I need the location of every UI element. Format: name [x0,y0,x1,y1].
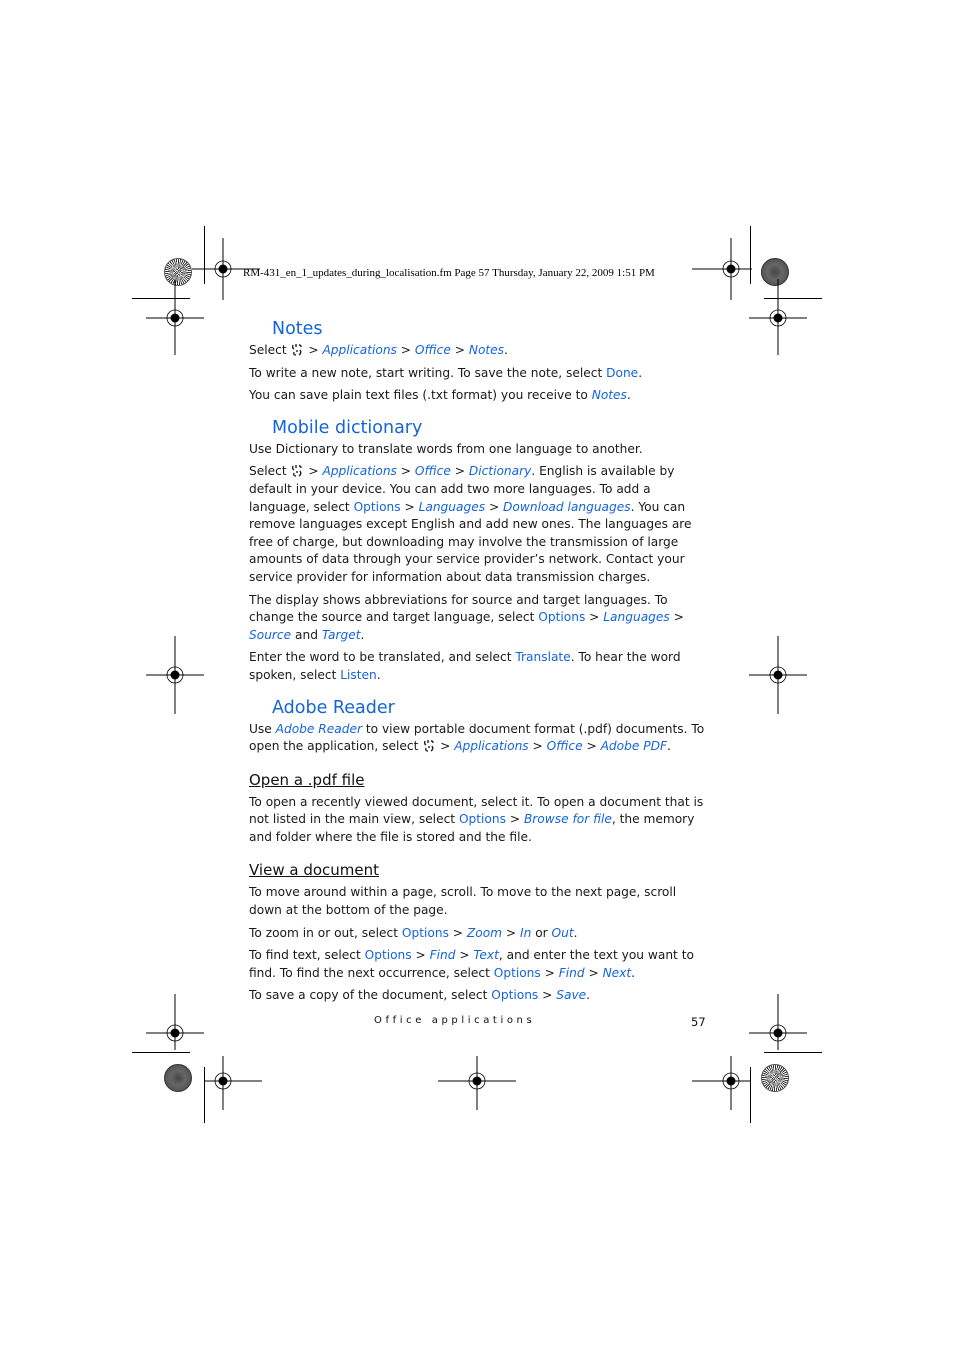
section-title-notes: Notes [272,319,323,339]
subsection-title-open: Open a .pdf file [249,770,365,789]
nav-notes: Notes [591,388,627,403]
subsection-title-view: View a document [249,861,380,880]
registration-mark-icon [146,279,204,355]
nav-applications: Applications [322,343,397,357]
file-slug: RM-431_en_1_updates_during_localisation.… [243,267,655,279]
crop-line [764,1052,822,1053]
menu-key-icon [424,740,434,752]
notes-save: You can save plain text files (.txt form… [249,388,631,403]
section-title-adobe: Adobe Reader [272,697,395,718]
open-pdf-text: To open a recently viewed document, sele… [249,794,704,844]
nav-download-languages: Download languages [503,499,631,514]
page-content: Notes Select > Applications > Office > N… [249,318,709,1010]
nav-find: Find [558,965,585,980]
notes-path: Select > Applications > Office > Notes. [249,343,508,357]
registration-mark-icon [146,636,204,714]
dictionary-intro: Use Dictionary to translate words from o… [249,441,643,456]
nav-notes: Notes [468,343,505,357]
nav-languages: Languages [603,610,670,625]
nav-zoom: Zoom [466,925,503,940]
adobe-intro: Use Adobe Reader to view portable docume… [249,721,705,754]
nav-source: Source [249,627,292,642]
cmd-options: Options [353,499,401,514]
cmd-listen: Listen [340,667,377,682]
section-title-dictionary: Mobile dictionary [272,417,423,438]
nav-applications: Applications [322,464,397,479]
nav-text: Text [473,948,499,963]
nav-adobe-reader: Adobe Reader [275,721,362,736]
nav-adobe-pdf: Adobe PDF [600,739,667,754]
nav-out: Out [551,925,574,940]
cmd-done: Done [606,365,639,380]
dictionary-translate: Enter the word to be translated, and sel… [249,650,681,682]
nav-office: Office [414,464,451,479]
notes-write: To write a new note, start writing. To s… [249,365,643,380]
view-save-text: To save a copy of the document, select O… [249,988,591,1003]
registration-mark-icon [692,1056,750,1110]
menu-key-icon [292,344,303,356]
cmd-options: Options [401,925,449,940]
cmd-options: Options [538,610,586,625]
crop-line [132,1052,190,1053]
page-number: 57 [691,1015,706,1029]
nav-save: Save [556,988,587,1003]
view-scroll-text: To move around within a page, scroll. To… [249,885,677,918]
nav-next: Next [602,965,632,980]
nav-find: Find [429,948,456,963]
nav-dictionary: Dictionary [468,464,532,479]
nav-applications: Applications [454,739,529,754]
registration-mark-icon [438,1056,516,1110]
nav-languages: Languages [418,499,486,514]
registration-mark-icon [204,1056,262,1110]
registration-mark-icon [749,636,807,714]
cmd-options: Options [491,988,539,1003]
nav-office: Office [414,343,451,357]
nav-office: Office [546,739,583,754]
cmd-options: Options [364,948,412,963]
menu-key-icon [292,465,303,478]
footer-chapter: Office applications [374,1015,536,1026]
cmd-options: Options [493,965,541,980]
dictionary-abbrev: The display shows abbreviations for sour… [249,592,684,642]
registration-mark-icon [749,279,807,355]
cmd-translate: Translate [515,650,571,665]
nav-in: In [520,925,532,940]
dictionary-path: Select > Applications > Office > Diction… [249,464,692,584]
view-zoom-text: To zoom in or out, select Options > Zoom… [249,925,578,940]
view-find-text: To find text, select Options > Find > Te… [249,948,694,980]
cmd-options: Options [458,812,506,827]
nav-target: Target [321,627,361,642]
nav-browse-for-file: Browse for file [523,812,612,827]
